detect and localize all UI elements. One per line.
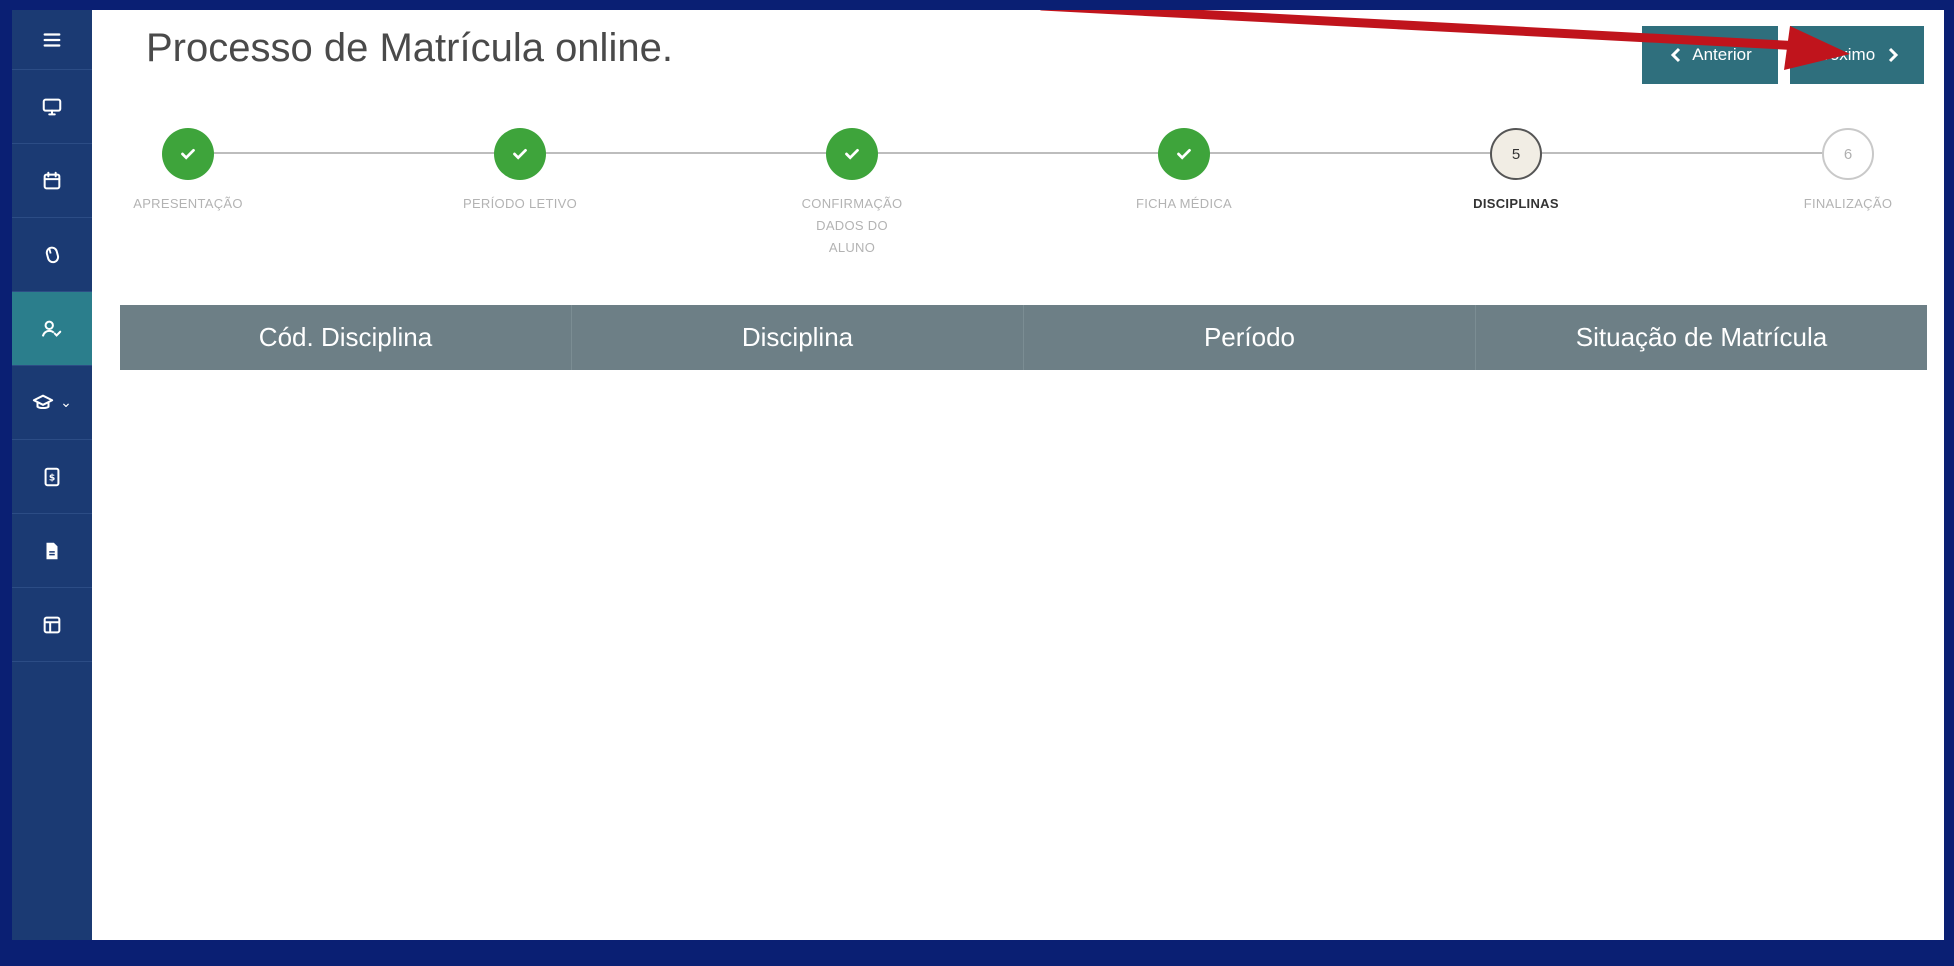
column-header-enrollment-status[interactable]: Situação de Matrícula: [1476, 305, 1927, 370]
step-3-label: CONFIRMAÇÃO DADOS DO ALUNO: [801, 196, 903, 255]
chevron-down-icon: ⌄: [60, 394, 72, 410]
layout-icon: [43, 616, 61, 633]
sidebar-item-academic[interactable]: ⌄: [12, 366, 92, 440]
next-button[interactable]: Próximo: [1790, 26, 1924, 84]
main-content: Processo de Matrícula online. Anterior P…: [92, 10, 1944, 940]
app-window: ⌄ $ Processo de Matrícula online. Anteri…: [12, 10, 1944, 940]
sidebar-item-financial[interactable]: $: [12, 440, 92, 514]
step-2-label: PERÍODO LETIVO: [462, 196, 577, 211]
step-1-label: APRESENTAÇÃO: [133, 196, 243, 211]
next-button-label: Próximo: [1812, 45, 1876, 64]
sidebar-item-enrollment[interactable]: [12, 292, 92, 366]
table-body: [120, 370, 1927, 930]
step-5-label: DISCIPLINAS: [1473, 196, 1559, 211]
file-icon: [46, 542, 58, 559]
step-3-check[interactable]: [826, 128, 878, 180]
sidebar-item-layout[interactable]: [12, 588, 92, 662]
svg-text:$: $: [49, 472, 55, 483]
check-icon: [181, 148, 195, 160]
step-6-label: FINALIZAÇÃO: [1803, 196, 1893, 211]
sidebar-item-documents[interactable]: [12, 514, 92, 588]
step-1-check[interactable]: [162, 128, 214, 180]
check-icon: [513, 148, 527, 160]
previous-button[interactable]: Anterior: [1642, 26, 1778, 84]
step-2-check[interactable]: [494, 128, 546, 180]
sidebar-item-access[interactable]: [12, 218, 92, 292]
column-header-code[interactable]: Cód. Disciplina: [120, 305, 572, 370]
check-icon: [845, 148, 859, 160]
column-header-period[interactable]: Período: [1024, 305, 1476, 370]
previous-button-label: Anterior: [1692, 45, 1752, 64]
menu-icon[interactable]: [12, 10, 92, 70]
step-5-current[interactable]: 5: [1490, 128, 1542, 180]
table-header: Cód. Disciplina Disciplina Período Situa…: [120, 305, 1927, 370]
stepper-track: [188, 152, 1846, 154]
graduation-cap-icon: [32, 394, 54, 409]
chevron-left-icon: [1671, 47, 1681, 63]
check-icon: [1177, 148, 1191, 160]
sidebar: ⌄ $: [12, 10, 92, 940]
mouse-icon: [45, 246, 60, 263]
chevron-right-icon: [1889, 47, 1899, 63]
step-6-pending[interactable]: 6: [1822, 128, 1874, 180]
hamburger-icon: [43, 32, 61, 47]
column-header-subject[interactable]: Disciplina: [572, 305, 1024, 370]
dollar-document-icon: $: [44, 467, 60, 486]
sidebar-item-calendar[interactable]: [12, 144, 92, 218]
calendar-icon: [43, 171, 61, 189]
user-check-icon: [41, 320, 62, 337]
page-title: Processo de Matrícula online.: [146, 26, 673, 70]
monitor-icon: [42, 98, 62, 115]
step-4-label: FICHA MÉDICA: [1135, 196, 1233, 211]
step-4-check[interactable]: [1158, 128, 1210, 180]
sidebar-item-dashboard[interactable]: [12, 70, 92, 144]
